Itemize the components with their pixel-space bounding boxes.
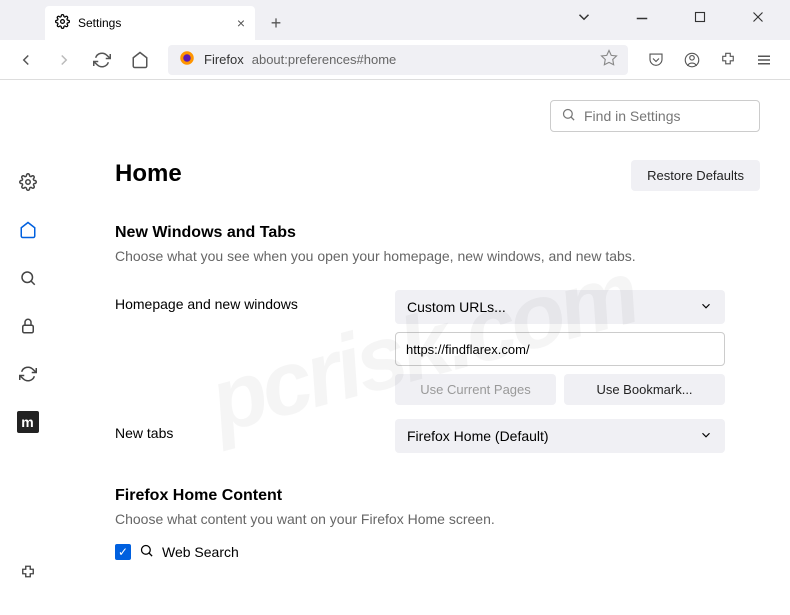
chevron-down-icon — [699, 428, 713, 445]
sidebar-sync[interactable] — [16, 362, 40, 386]
toolbar: Firefox about:preferences#home — [0, 40, 790, 80]
page-title: Home — [115, 160, 182, 188]
menu-icon[interactable] — [748, 44, 780, 76]
tab-bar: Settings × + — [0, 0, 790, 40]
pocket-icon[interactable] — [640, 44, 672, 76]
chevron-down-icon — [699, 299, 713, 316]
maximize-button[interactable] — [680, 2, 720, 32]
section-new-windows-desc: Choose what you see when you open your h… — [115, 248, 760, 264]
search-icon — [139, 543, 154, 561]
reload-button[interactable] — [86, 44, 118, 76]
sidebar-extensions[interactable] — [16, 561, 40, 585]
bookmark-star-icon[interactable] — [600, 49, 618, 70]
sidebar-home[interactable] — [16, 218, 40, 242]
search-icon — [561, 107, 576, 125]
close-tab-icon[interactable]: × — [237, 15, 245, 31]
use-current-pages-button[interactable]: Use Current Pages — [395, 374, 556, 405]
tab-title: Settings — [78, 16, 121, 30]
gear-icon — [55, 14, 70, 32]
sidebar-more[interactable]: m — [16, 410, 40, 434]
section-home-content-title: Firefox Home Content — [115, 487, 760, 505]
minimize-button[interactable] — [622, 2, 662, 32]
extensions-icon[interactable] — [712, 44, 744, 76]
close-window-button[interactable] — [738, 2, 778, 32]
urlbar-label: Firefox — [204, 52, 244, 67]
websearch-checkbox[interactable]: ✓ — [115, 544, 131, 560]
search-settings-input[interactable]: Find in Settings — [550, 100, 760, 132]
new-tab-button[interactable]: + — [261, 8, 291, 38]
homepage-url-input[interactable] — [395, 332, 725, 366]
sidebar-general[interactable] — [16, 170, 40, 194]
url-bar[interactable]: Firefox about:preferences#home — [168, 45, 628, 75]
main-content: pcrisk.com Find in Settings Home Restore… — [55, 80, 790, 615]
home-button[interactable] — [124, 44, 156, 76]
urlbar-url: about:preferences#home — [252, 52, 397, 67]
sidebar-search[interactable] — [16, 266, 40, 290]
settings-sidebar: m — [0, 80, 55, 615]
section-new-windows-title: New Windows and Tabs — [115, 224, 760, 242]
sidebar-privacy[interactable] — [16, 314, 40, 338]
newtabs-label: New tabs — [115, 419, 375, 441]
restore-defaults-button[interactable]: Restore Defaults — [631, 160, 760, 191]
homepage-mode-select[interactable]: Custom URLs... — [395, 290, 725, 324]
tab-settings[interactable]: Settings × — [45, 6, 255, 40]
forward-button[interactable] — [48, 44, 80, 76]
section-home-content-desc: Choose what content you want on your Fir… — [115, 511, 760, 527]
account-icon[interactable] — [676, 44, 708, 76]
use-bookmark-button[interactable]: Use Bookmark... — [564, 374, 725, 405]
homepage-label: Homepage and new windows — [115, 290, 375, 312]
newtabs-select[interactable]: Firefox Home (Default) — [395, 419, 725, 453]
tab-dropdown-button[interactable] — [564, 2, 604, 32]
search-placeholder: Find in Settings — [584, 108, 681, 124]
back-button[interactable] — [10, 44, 42, 76]
firefox-logo-icon — [178, 49, 196, 70]
websearch-label: Web Search — [162, 544, 239, 560]
